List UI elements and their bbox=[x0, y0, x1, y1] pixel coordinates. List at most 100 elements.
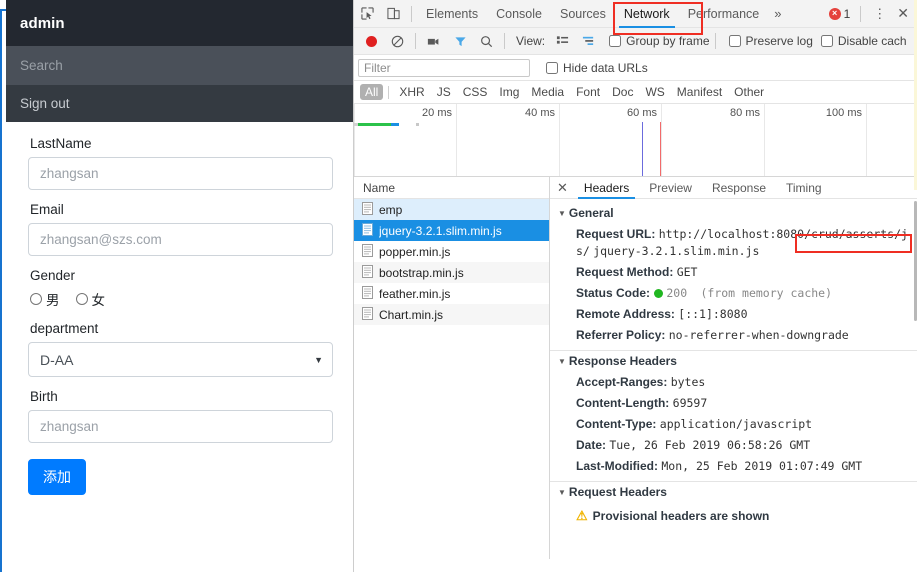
birth-input[interactable] bbox=[28, 410, 333, 443]
document-icon bbox=[362, 243, 373, 260]
request-name: popper.min.js bbox=[379, 244, 451, 259]
type-filter-other[interactable]: Other bbox=[729, 84, 769, 100]
document-icon bbox=[362, 306, 373, 323]
type-filter-font[interactable]: Font bbox=[571, 84, 605, 100]
triangle-down-icon: ▼ bbox=[558, 488, 566, 497]
request-name: emp bbox=[379, 202, 403, 217]
disable-cache-checkbox[interactable] bbox=[820, 35, 833, 47]
type-filter-all[interactable]: All bbox=[360, 84, 384, 100]
more-tabs-icon[interactable]: » bbox=[768, 6, 787, 21]
type-filter-doc[interactable]: Doc bbox=[607, 84, 638, 100]
type-filter-css[interactable]: CSS bbox=[458, 84, 493, 100]
sign-out-bar[interactable]: Sign out bbox=[6, 85, 353, 122]
status-code-note: (from memory cache) bbox=[700, 286, 833, 300]
overview-gridline bbox=[764, 104, 765, 176]
table-row[interactable]: Chart.min.js bbox=[354, 304, 549, 325]
hide-data-urls-checkbox[interactable] bbox=[546, 61, 558, 74]
overview-gridline bbox=[456, 104, 457, 176]
record-icon bbox=[365, 35, 377, 47]
device-toolbar-icon[interactable] bbox=[380, 1, 406, 27]
form-group-gender: Gender 男 女 bbox=[28, 268, 331, 309]
gender-option-male-label: 男 bbox=[46, 293, 60, 308]
network-overview-timeline[interactable]: 20 ms 40 ms 60 ms 80 ms 100 ms bbox=[354, 104, 917, 177]
request-name: Chart.min.js bbox=[379, 307, 444, 322]
network-controls-toolbar: View: Group by frame Preserve log Disabl… bbox=[354, 28, 917, 55]
status-code-key: Status Code: bbox=[576, 286, 651, 300]
header-row-status-code: Status Code: 200 (from memory cache) bbox=[550, 283, 917, 304]
email-input[interactable] bbox=[28, 223, 333, 256]
group-by-frame-label: Group by frame bbox=[626, 34, 710, 48]
inspect-element-icon[interactable] bbox=[354, 1, 380, 27]
type-filter-ws[interactable]: WS bbox=[640, 84, 669, 100]
table-row[interactable]: jquery-3.2.1.slim.min.js bbox=[354, 220, 549, 241]
type-filter-xhr[interactable]: XHR bbox=[394, 84, 429, 100]
overview-gridline bbox=[559, 104, 560, 176]
form-group-lastname: LastName bbox=[28, 136, 333, 190]
tab-elements[interactable]: Elements bbox=[417, 0, 487, 28]
load-event-line bbox=[660, 122, 661, 176]
overview-tick-60ms: 60 ms bbox=[627, 107, 657, 119]
clear-button[interactable] bbox=[384, 28, 410, 54]
tab-console[interactable]: Console bbox=[487, 0, 551, 28]
error-count-badge[interactable]: × 1 bbox=[824, 7, 856, 21]
close-detail-icon[interactable]: ✕ bbox=[550, 180, 574, 196]
group-by-frame-checkbox[interactable] bbox=[609, 35, 622, 47]
preserve-log-checkbox-label[interactable]: Preserve log bbox=[728, 34, 813, 48]
table-row[interactable]: bootstrap.min.js bbox=[354, 262, 549, 283]
content-type-value: application/javascript bbox=[659, 417, 813, 431]
type-filter-img[interactable]: Img bbox=[494, 84, 524, 100]
record-button[interactable] bbox=[358, 28, 384, 54]
table-row[interactable]: emp bbox=[354, 199, 549, 220]
preserve-log-checkbox[interactable] bbox=[728, 35, 741, 47]
toolbar-divider-2 bbox=[860, 5, 862, 22]
last-modified-value: Mon, 25 Feb 2019 01:07:49 GMT bbox=[661, 459, 863, 473]
hide-data-urls-label: Hide data URLs bbox=[563, 60, 648, 75]
header-row-content-length: Content-Length: 69597 bbox=[550, 393, 917, 414]
gender-radio-female[interactable] bbox=[75, 293, 88, 305]
content-type-key: Content-Type: bbox=[576, 417, 657, 431]
section-request-headers-title: Request Headers bbox=[568, 485, 667, 499]
gender-option-male[interactable]: 男 bbox=[30, 289, 60, 309]
disable-cache-checkbox-label[interactable]: Disable cach bbox=[820, 34, 907, 48]
detail-tab-headers[interactable]: Headers bbox=[574, 177, 639, 199]
capture-screenshots-icon[interactable] bbox=[421, 28, 447, 54]
waterfall-view-icon[interactable] bbox=[575, 28, 601, 54]
section-request-headers-header[interactable]: ▼ Request Headers bbox=[550, 482, 917, 503]
gender-label: Gender bbox=[30, 268, 76, 283]
department-select[interactable]: D-AA bbox=[28, 342, 333, 377]
tab-performance[interactable]: Performance bbox=[679, 0, 769, 28]
section-response-headers-header[interactable]: ▼ Response Headers bbox=[550, 351, 917, 372]
add-submit-button[interactable]: 添加 bbox=[28, 459, 86, 495]
type-filter-media[interactable]: Media bbox=[526, 84, 569, 100]
group-by-frame-checkbox-label[interactable]: Group by frame bbox=[609, 34, 710, 48]
overview-tick-40ms: 40 ms bbox=[525, 107, 555, 119]
table-row[interactable]: popper.min.js bbox=[354, 241, 549, 262]
detail-tab-response[interactable]: Response bbox=[702, 177, 776, 199]
filter-icon[interactable] bbox=[447, 28, 473, 54]
request-column-header-name[interactable]: Name bbox=[354, 177, 549, 199]
table-row[interactable]: feather.min.js bbox=[354, 283, 549, 304]
detail-tab-timing[interactable]: Timing bbox=[776, 177, 832, 199]
section-general-header[interactable]: ▼ General bbox=[550, 203, 917, 224]
sign-out-link[interactable]: Sign out bbox=[6, 96, 70, 111]
tab-network[interactable]: Network bbox=[615, 0, 679, 28]
gender-radio-male[interactable] bbox=[30, 293, 42, 305]
list-view-icon[interactable] bbox=[549, 28, 575, 54]
lastname-input[interactable] bbox=[28, 157, 333, 190]
search-icon[interactable] bbox=[473, 28, 499, 54]
content-length-value: 69597 bbox=[672, 396, 708, 410]
detail-tab-preview[interactable]: Preview bbox=[639, 177, 702, 199]
network-filter-input[interactable] bbox=[358, 58, 530, 77]
network-lower-split: Name emp jquery-3.2.1.slim.min.js popper… bbox=[354, 177, 917, 559]
search-input[interactable] bbox=[6, 46, 353, 85]
header-row-date: Date: Tue, 26 Feb 2019 06:58:26 GMT bbox=[550, 435, 917, 456]
devtools-menu-icon[interactable]: ⋮ bbox=[866, 6, 893, 22]
hide-data-urls-checkbox-label[interactable]: Hide data URLs bbox=[546, 61, 648, 75]
overview-tick-100ms: 100 ms bbox=[825, 107, 862, 119]
view-label: View: bbox=[516, 34, 546, 48]
type-filter-js[interactable]: JS bbox=[432, 84, 456, 100]
gender-option-female[interactable]: 女 bbox=[75, 289, 105, 309]
type-filter-manifest[interactable]: Manifest bbox=[672, 84, 727, 100]
remote-address-value: [::1]:8080 bbox=[678, 307, 748, 321]
tab-sources[interactable]: Sources bbox=[551, 0, 615, 28]
